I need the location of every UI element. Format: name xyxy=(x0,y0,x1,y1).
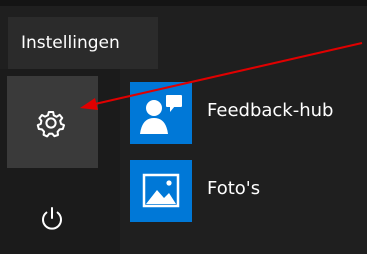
photos-label[interactable]: Foto's xyxy=(207,178,260,199)
start-menu: Instellingen Feedback-hub Foto's xyxy=(0,0,367,254)
feedback-hub-tile[interactable] xyxy=(130,82,192,144)
feedback-hub-icon xyxy=(140,95,182,134)
taskbar-edge xyxy=(0,0,367,6)
photos-tile[interactable] xyxy=(130,160,192,222)
settings-tooltip-label: Instellingen xyxy=(21,33,120,53)
power-icon[interactable] xyxy=(38,205,66,233)
gear-icon xyxy=(36,111,65,138)
feedback-hub-label[interactable]: Feedback-hub xyxy=(207,100,333,121)
settings-tooltip: Instellingen xyxy=(8,17,158,69)
photos-icon xyxy=(142,173,180,208)
